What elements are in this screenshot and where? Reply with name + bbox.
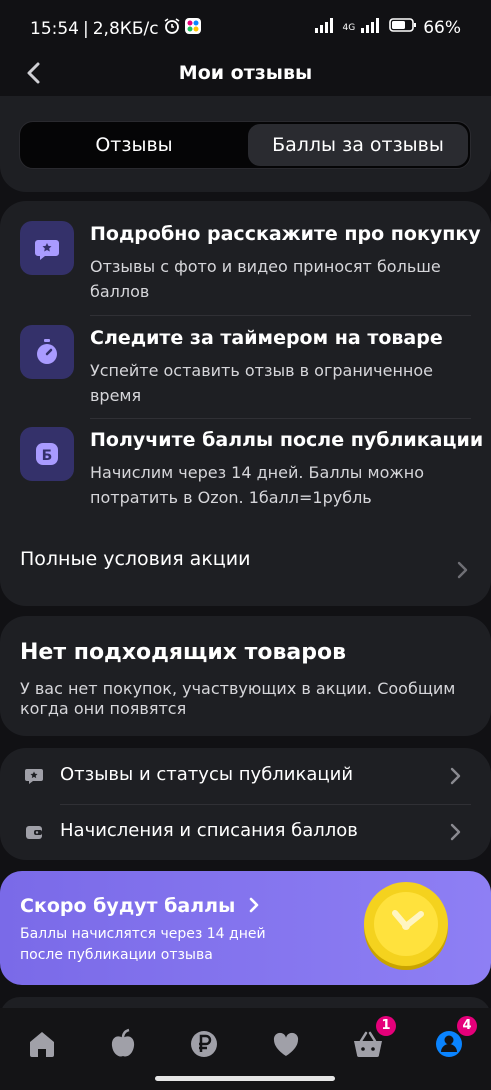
tab-review-points[interactable]: Баллы за отзывы (248, 124, 468, 166)
ruble-b-icon: Б (20, 427, 74, 481)
no-products-text: У вас нет покупок, участвующих в акции. … (20, 679, 456, 718)
points-history-link[interactable]: Начисления и списания баллов (0, 804, 491, 860)
ruble-b-letter: Б (42, 448, 53, 464)
profile-badge: 4 (457, 1016, 477, 1036)
nav-profile[interactable]: 4 (429, 1016, 477, 1064)
signal-2-icon (361, 17, 383, 38)
promo-title-text: Скоро будут баллы (20, 895, 236, 917)
info-card: Подробно расскажите про покупку Отзывы с… (0, 201, 491, 606)
signal-icon (314, 17, 337, 38)
tab-reviews[interactable]: Отзывы (22, 124, 246, 166)
promo-text: Баллы начислятся через 14 дней после пуб… (20, 926, 266, 963)
heart-icon (273, 1032, 299, 1056)
info-row: Следите за таймером на товаре Успейте ос… (20, 325, 471, 405)
nav-fresh[interactable] (103, 1024, 143, 1064)
home-icon (30, 1032, 54, 1057)
wallet-icon (24, 822, 44, 842)
links-card: Отзывы и статусы публикаций Начисления и… (0, 748, 491, 860)
no-products-title: Нет подходящих товаров (20, 640, 347, 665)
star-chat-icon (24, 766, 44, 786)
star-chat-icon (20, 221, 74, 275)
page-title: Мои отзывы (178, 62, 313, 84)
home-indicator[interactable] (155, 1076, 335, 1081)
network-type: 4G (342, 22, 356, 33)
link-label: Отзывы и статусы публикаций (60, 764, 354, 785)
header: Мои отзывы (0, 52, 491, 96)
tabs-card: Отзывы Баллы за отзывы (0, 96, 491, 192)
nav-home[interactable] (22, 1024, 62, 1064)
link-label: Начисления и списания баллов (60, 820, 358, 841)
nav-favorites[interactable] (266, 1024, 306, 1064)
clock-coin-icon (361, 881, 451, 971)
chevron-right-icon (448, 766, 462, 786)
info-row: Б Получите баллы после публикации Начисл… (20, 427, 483, 517)
battery-icon (389, 17, 417, 38)
full-conditions-link[interactable]: Полные условия акции (20, 548, 250, 570)
nav-basket[interactable]: 1 (348, 1016, 396, 1064)
info-row-text: Начислим через 14 дней. Баллы можно потр… (90, 463, 425, 507)
status-bar: 15:54 | 2,8КБ/с 4G 66% (0, 0, 491, 52)
divider (90, 418, 471, 419)
info-row-title: Следите за таймером на товаре (90, 327, 443, 349)
app-notification-icon (184, 18, 201, 39)
alarm-icon (163, 17, 181, 40)
segmented-tabs: Отзывы Баллы за отзывы (19, 121, 471, 169)
chevron-right-icon (249, 897, 259, 913)
reviews-statuses-link[interactable]: Отзывы и статусы публикаций (0, 748, 491, 804)
info-row-text: Отзывы с фото и видео приносят больше ба… (90, 257, 441, 301)
no-products-card: Нет подходящих товаров У вас нет покупок… (0, 616, 491, 736)
ruble-icon (191, 1031, 217, 1057)
fresh-icon (111, 1028, 135, 1057)
battery-percent: 66% (423, 17, 461, 38)
status-speed: 2,8КБ/с (92, 18, 159, 39)
points-promo-banner[interactable]: Скоро будут баллы Баллы начислятся через… (0, 871, 491, 985)
status-time: 15:54 (30, 18, 79, 39)
nav-finance[interactable] (184, 1024, 224, 1064)
info-row-title: Подробно расскажите про покупку (90, 223, 481, 245)
info-row-title: Получите баллы после публикации (90, 429, 484, 451)
promo-title: Скоро будут баллы (20, 895, 260, 917)
stopwatch-icon (20, 325, 74, 379)
chevron-right-icon (448, 822, 462, 842)
basket-badge: 1 (376, 1016, 396, 1036)
info-row-text: Успейте оставить отзыв в ограниченное вр… (90, 361, 434, 405)
status-separator: | (83, 18, 89, 39)
chevron-right-icon (455, 560, 469, 580)
divider (90, 315, 471, 316)
info-row: Подробно расскажите про покупку Отзывы с… (20, 221, 481, 301)
